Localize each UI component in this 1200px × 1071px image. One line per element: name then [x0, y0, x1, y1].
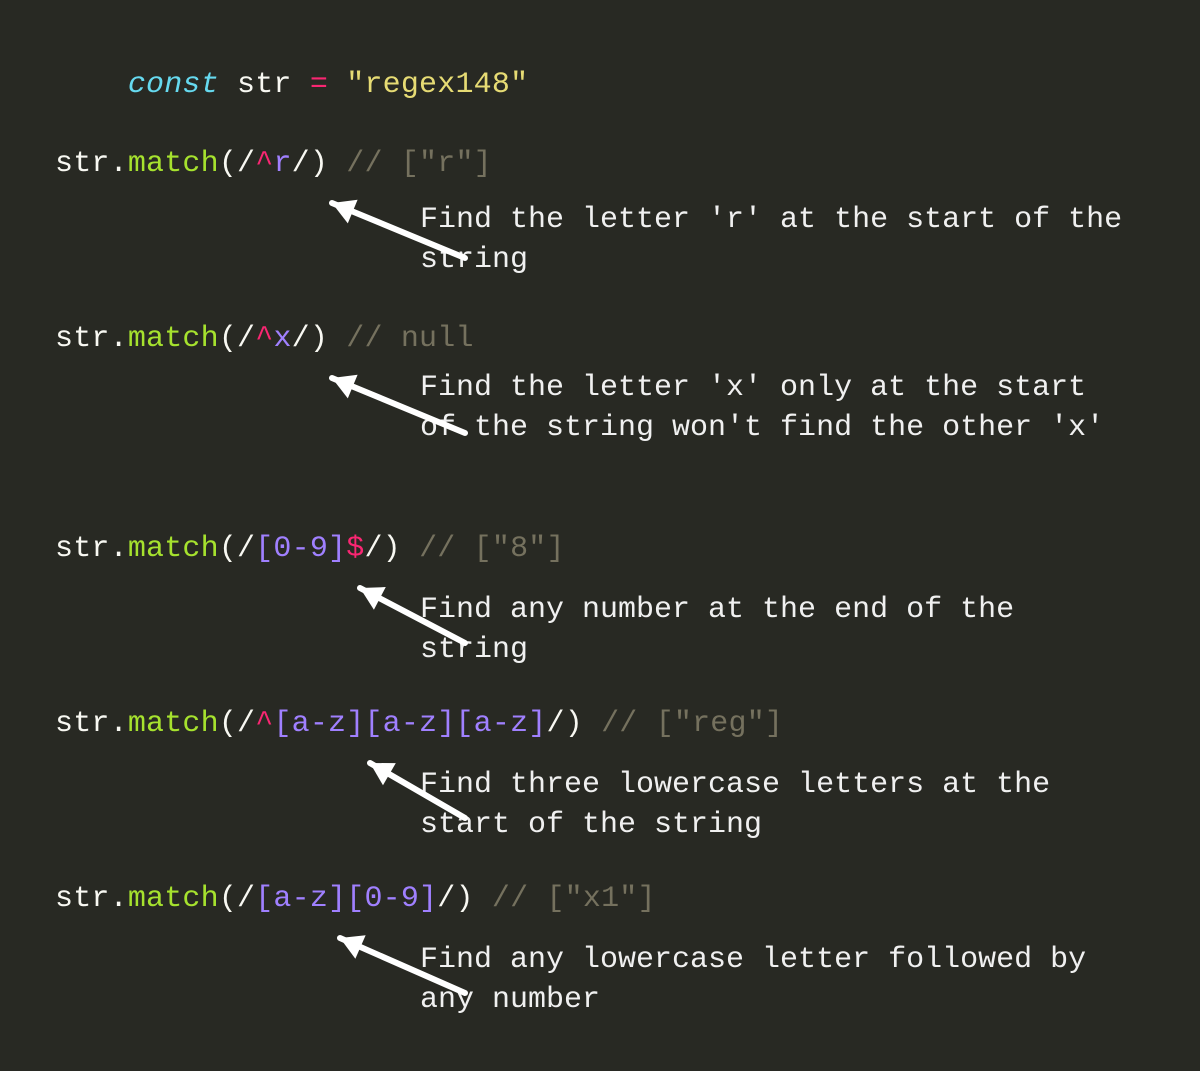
string-literal: "regex148" [346, 68, 528, 102]
code-line-1: str.match(/^r/) // ["r"] [55, 145, 492, 183]
result-comment: // ["r"] [346, 147, 492, 181]
object-ident: str [55, 147, 110, 181]
regex-token: ^ [255, 147, 273, 181]
regex-token: [0-9] [346, 882, 437, 916]
regex-token: [a-z] [273, 707, 364, 741]
regex-token: / [546, 707, 564, 741]
method-call: match [128, 147, 219, 181]
code-line-2: str.match(/^x/) // null [55, 320, 474, 358]
result-comment: // ["reg"] [601, 707, 783, 741]
regex-token: [a-z] [255, 882, 346, 916]
annotation-2: Find the letter 'x' only at the start of… [420, 368, 1140, 448]
arrow-head [340, 935, 366, 958]
open-paren: ( [219, 532, 237, 566]
object-ident: str [55, 532, 110, 566]
code-line-4: str.match(/^[a-z][a-z][a-z]/) // ["reg"] [55, 705, 783, 743]
code-line-3: str.match(/[0-9]$/) // ["8"] [55, 530, 565, 568]
annotation-5: Find any lowercase letter followed by an… [420, 940, 1140, 1020]
arrow-head [360, 587, 386, 610]
method-call: match [128, 707, 219, 741]
arrow-head [332, 375, 358, 399]
declaration-line: const str = "regex148" [55, 28, 528, 142]
identifier: str [237, 68, 292, 102]
arrow-head [332, 200, 358, 224]
regex-token: r [273, 147, 291, 181]
arrow-head [370, 763, 396, 785]
method-call: match [128, 882, 219, 916]
object-ident: str [55, 882, 110, 916]
regex-token: x [273, 322, 291, 356]
result-comment: // null [346, 322, 473, 356]
operator-equals: = [310, 68, 328, 102]
regex-token: / [237, 882, 255, 916]
dot: . [110, 322, 128, 356]
method-call: match [128, 532, 219, 566]
dot: . [110, 532, 128, 566]
regex-token: [0-9] [255, 532, 346, 566]
close-paren: ) [383, 532, 401, 566]
result-comment: // ["x1"] [492, 882, 656, 916]
regex-token: [a-z] [364, 707, 455, 741]
annotation-4: Find three lowercase letters at the star… [420, 765, 1140, 845]
keyword-const: const [128, 68, 219, 102]
dot: . [110, 147, 128, 181]
regex-token: / [237, 147, 255, 181]
result-comment: // ["8"] [419, 532, 565, 566]
regex-token: $ [346, 532, 364, 566]
code-canvas: const str = "regex148" str.match(/^r/) /… [0, 0, 1200, 1071]
regex-token: ^ [255, 707, 273, 741]
regex-token: ^ [255, 322, 273, 356]
close-paren: ) [310, 147, 328, 181]
regex-token: / [292, 147, 310, 181]
regex-token: / [437, 882, 455, 916]
close-paren: ) [455, 882, 473, 916]
open-paren: ( [219, 147, 237, 181]
open-paren: ( [219, 707, 237, 741]
regex-token: / [292, 322, 310, 356]
dot: . [110, 882, 128, 916]
regex-token: / [364, 532, 382, 566]
regex-token: / [237, 532, 255, 566]
regex-token: / [237, 322, 255, 356]
object-ident: str [55, 707, 110, 741]
dot: . [110, 707, 128, 741]
regex-token: [a-z] [455, 707, 546, 741]
annotation-3: Find any number at the end of the string [420, 590, 1140, 670]
code-line-5: str.match(/[a-z][0-9]/) // ["x1"] [55, 880, 656, 918]
close-paren: ) [565, 707, 583, 741]
open-paren: ( [219, 322, 237, 356]
method-call: match [128, 322, 219, 356]
regex-token: / [237, 707, 255, 741]
annotation-1: Find the letter 'r' at the start of the … [420, 200, 1140, 280]
close-paren: ) [310, 322, 328, 356]
open-paren: ( [219, 882, 237, 916]
object-ident: str [55, 322, 110, 356]
